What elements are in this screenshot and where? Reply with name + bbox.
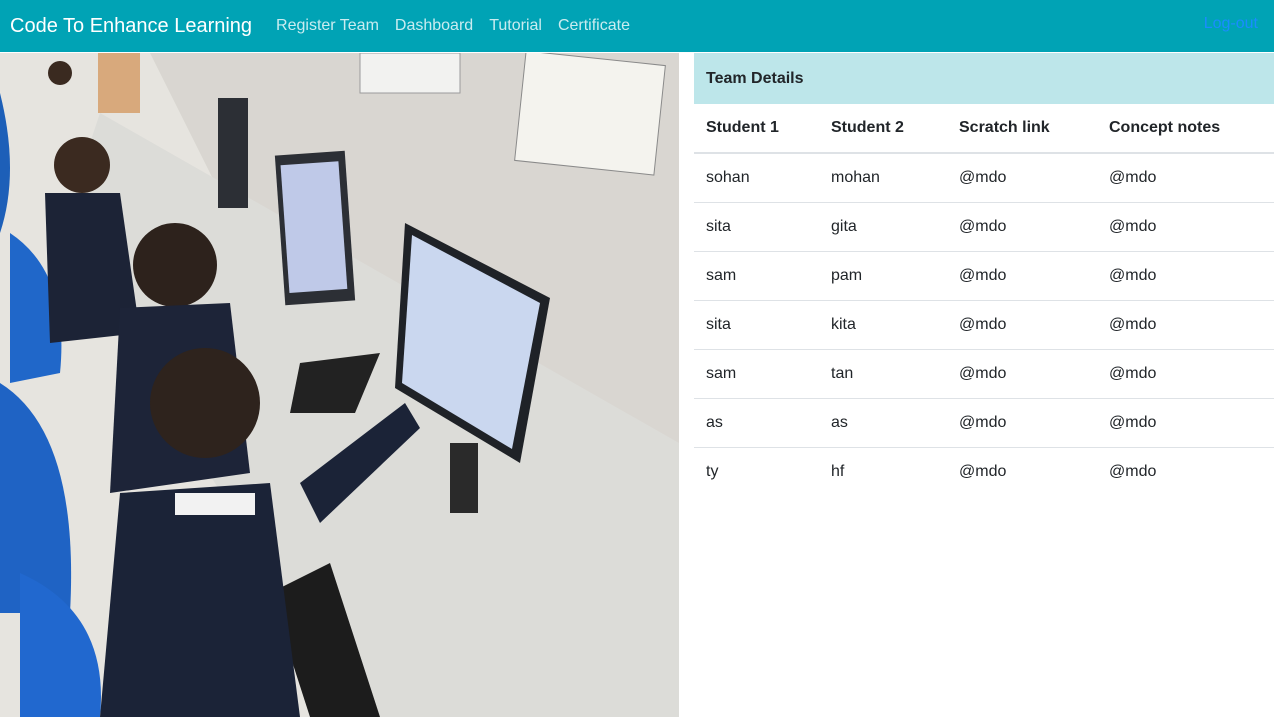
cell-concept-notes: @mdo	[1097, 300, 1274, 350]
logout-link[interactable]: Log-out	[1204, 15, 1258, 33]
col-student-1: Student 1	[694, 104, 819, 154]
top-navbar: Code To Enhance Learning Register Team D…	[0, 0, 1274, 52]
cell-student-1: sohan	[694, 153, 819, 203]
cell-scratch-link: @mdo	[947, 251, 1097, 301]
cell-student-1: sita	[694, 202, 819, 252]
nav-certificate[interactable]: Certificate	[558, 17, 630, 35]
brand-link[interactable]: Code To Enhance Learning	[10, 15, 252, 38]
cell-concept-notes: @mdo	[1109, 462, 1157, 480]
cell-student-2: as	[819, 398, 947, 448]
table-row: sita gita @mdo @mdo	[694, 202, 1274, 252]
cell-concept-notes: @mdo	[1097, 251, 1274, 301]
cell-student-1: ty	[706, 462, 719, 480]
table-row: ty hf @mdo @mdo	[694, 447, 1274, 496]
nav-dashboard[interactable]: Dashboard	[395, 17, 473, 35]
team-details-header: Team Details	[694, 53, 1274, 104]
cell-student-2: hf	[831, 462, 845, 480]
cell-concept-notes: @mdo	[1097, 153, 1274, 203]
team-table: Student 1 Student 2 Scratch link Concept…	[694, 104, 1274, 496]
nav-register-team[interactable]: Register Team	[276, 17, 379, 35]
table-row: sita kita @mdo @mdo	[694, 300, 1274, 350]
col-scratch-link: Scratch link	[947, 104, 1097, 154]
col-student-2: Student 2	[819, 104, 947, 154]
team-details-panel: Team Details Student 1 Student 2 Scratch…	[694, 53, 1274, 496]
cell-concept-notes: @mdo	[1097, 398, 1274, 448]
cell-student-2: kita	[819, 300, 947, 350]
nav-links: Register Team Dashboard Tutorial Certifi…	[276, 17, 646, 35]
cell-student-1: sam	[694, 251, 819, 301]
cell-scratch-link: @mdo	[947, 300, 1097, 350]
table-row: as as @mdo @mdo	[694, 398, 1274, 448]
cell-student-2: pam	[819, 251, 947, 301]
cell-scratch-link: @mdo	[947, 202, 1097, 252]
table-row: sam tan @mdo @mdo	[694, 349, 1274, 399]
cell-scratch-link: @mdo	[947, 153, 1097, 203]
cell-student-1: sam	[694, 349, 819, 399]
students-coding-photo	[0, 53, 679, 717]
cell-student-2: tan	[819, 349, 947, 399]
cell-scratch-link: @mdo	[947, 398, 1097, 448]
classroom-illustration	[0, 53, 679, 717]
table-header-row: Student 1 Student 2 Scratch link Concept…	[694, 104, 1274, 154]
cell-student-1: as	[694, 398, 819, 448]
table-row: sohan mohan @mdo @mdo	[694, 153, 1274, 203]
cell-student-1: sita	[694, 300, 819, 350]
cell-concept-notes: @mdo	[1097, 349, 1274, 399]
col-concept-notes: Concept notes	[1097, 104, 1274, 154]
cell-concept-notes: @mdo	[1097, 202, 1274, 252]
table-row: sam pam @mdo @mdo	[694, 251, 1274, 301]
cell-student-2: gita	[819, 202, 947, 252]
cell-scratch-link: @mdo	[947, 349, 1097, 399]
nav-tutorial[interactable]: Tutorial	[489, 17, 542, 35]
cell-scratch-link: @mdo	[959, 462, 1007, 480]
cell-student-2: mohan	[819, 153, 947, 203]
